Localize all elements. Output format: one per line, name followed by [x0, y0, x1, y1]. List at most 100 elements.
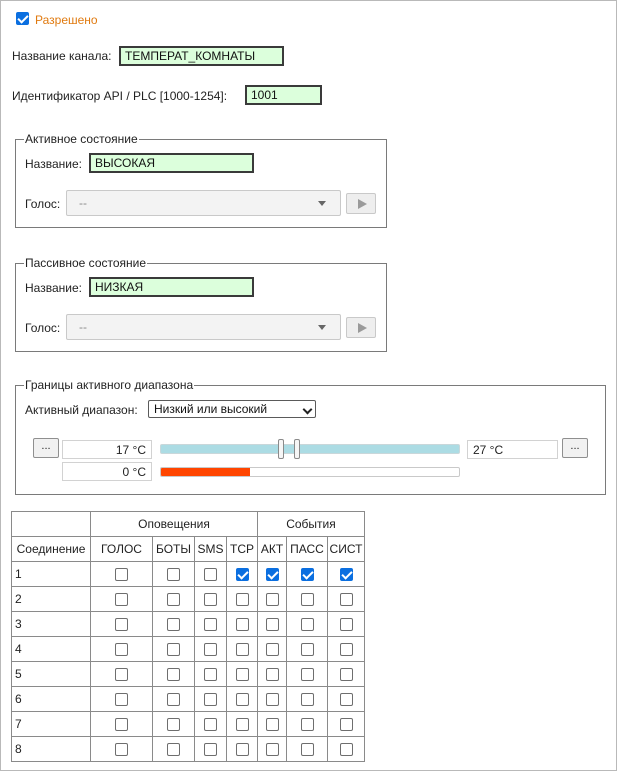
- bots-checkbox[interactable]: [167, 643, 180, 657]
- voice-checkbox[interactable]: [115, 568, 128, 582]
- sms-checkbox[interactable]: [204, 568, 217, 582]
- voice-checkbox[interactable]: [115, 593, 128, 607]
- passive-voice-play-button[interactable]: [346, 317, 376, 338]
- chevron-down-icon: [318, 325, 326, 330]
- table-row: 8: [11, 736, 365, 762]
- channel-name-input[interactable]: ТЕМПЕРАТ_КОМНАТЫ: [119, 46, 284, 66]
- tcp-checkbox[interactable]: [235, 693, 249, 707]
- voice-checkbox[interactable]: [115, 693, 128, 707]
- act-checkbox[interactable]: [265, 693, 279, 707]
- table-cell: [152, 686, 195, 712]
- connection-id-cell: 7: [11, 711, 91, 737]
- range-slider-track[interactable]: [160, 444, 460, 454]
- sys-checkbox[interactable]: [339, 668, 353, 682]
- sys-checkbox[interactable]: [339, 568, 353, 582]
- table-cell: [152, 711, 195, 737]
- sms-checkbox[interactable]: [204, 743, 217, 757]
- enabled-checkbox[interactable]: [16, 12, 29, 25]
- api-id-input[interactable]: 1001: [245, 85, 322, 105]
- table-cell: [226, 736, 258, 762]
- tcp-checkbox[interactable]: [235, 668, 249, 682]
- active-voice-play-button[interactable]: [346, 193, 376, 214]
- pass-checkbox[interactable]: [300, 568, 314, 582]
- act-checkbox[interactable]: [265, 593, 279, 607]
- act-checkbox[interactable]: [265, 643, 279, 657]
- bots-checkbox[interactable]: [167, 593, 180, 607]
- table-cell: [327, 586, 365, 612]
- passive-name-input[interactable]: НИЗКАЯ: [89, 277, 254, 297]
- sms-checkbox[interactable]: [204, 593, 217, 607]
- active-voice-select[interactable]: --: [66, 190, 341, 216]
- sms-checkbox[interactable]: [204, 668, 217, 682]
- pass-checkbox[interactable]: [300, 743, 314, 757]
- sys-checkbox[interactable]: [339, 643, 353, 657]
- pass-checkbox[interactable]: [300, 693, 314, 707]
- voice-checkbox[interactable]: [115, 743, 128, 757]
- table-cell: [226, 611, 258, 637]
- table-cell: [327, 636, 365, 662]
- bots-checkbox[interactable]: [167, 718, 180, 732]
- table-cell: [257, 661, 287, 687]
- tcp-checkbox[interactable]: [235, 743, 249, 757]
- table-row: 6: [11, 686, 365, 712]
- header-voice: ГОЛОС: [90, 536, 153, 562]
- header-connection: Соединение: [11, 536, 91, 562]
- bots-checkbox[interactable]: [167, 568, 180, 582]
- sms-checkbox[interactable]: [204, 643, 217, 657]
- pass-checkbox[interactable]: [300, 593, 314, 607]
- bots-checkbox[interactable]: [167, 668, 180, 682]
- passive-voice-select[interactable]: --: [66, 314, 341, 340]
- table-cell: [286, 736, 328, 762]
- bots-checkbox[interactable]: [167, 618, 180, 632]
- high-slider-handle[interactable]: [294, 439, 300, 459]
- act-checkbox[interactable]: [265, 568, 279, 582]
- table-cell: [226, 686, 258, 712]
- sys-checkbox[interactable]: [339, 593, 353, 607]
- tcp-checkbox[interactable]: [235, 718, 249, 732]
- pass-checkbox[interactable]: [300, 643, 314, 657]
- play-icon: [358, 199, 367, 209]
- sys-checkbox[interactable]: [339, 718, 353, 732]
- bots-checkbox[interactable]: [167, 693, 180, 707]
- tcp-checkbox[interactable]: [235, 618, 249, 632]
- sms-checkbox[interactable]: [204, 718, 217, 732]
- sys-checkbox[interactable]: [339, 618, 353, 632]
- act-checkbox[interactable]: [265, 618, 279, 632]
- act-checkbox[interactable]: [265, 668, 279, 682]
- range-mode-label: Активный диапазон:: [25, 403, 138, 417]
- voice-checkbox[interactable]: [115, 668, 128, 682]
- low-limit-button[interactable]: ...: [33, 438, 59, 458]
- tcp-checkbox[interactable]: [235, 643, 249, 657]
- act-checkbox[interactable]: [265, 718, 279, 732]
- table-cell: [257, 611, 287, 637]
- voice-checkbox[interactable]: [115, 618, 128, 632]
- low-slider-handle[interactable]: [278, 439, 284, 459]
- pass-checkbox[interactable]: [300, 668, 314, 682]
- voice-checkbox[interactable]: [115, 643, 128, 657]
- play-icon: [358, 323, 367, 333]
- table-cell: [152, 611, 195, 637]
- bots-checkbox[interactable]: [167, 743, 180, 757]
- table-corner-cell: [11, 511, 91, 537]
- act-checkbox[interactable]: [265, 743, 279, 757]
- voice-checkbox[interactable]: [115, 718, 128, 732]
- sms-checkbox[interactable]: [204, 618, 217, 632]
- tcp-checkbox[interactable]: [235, 568, 249, 582]
- range-mode-select[interactable]: Низкий или высокий: [148, 400, 316, 418]
- high-limit-button[interactable]: ...: [562, 438, 588, 458]
- pass-checkbox[interactable]: [300, 718, 314, 732]
- active-name-input[interactable]: ВЫСОКАЯ: [89, 153, 254, 173]
- sms-checkbox[interactable]: [204, 693, 217, 707]
- connection-id-cell: 2: [11, 586, 91, 612]
- table-cell: [152, 636, 195, 662]
- current-level-bar: [160, 467, 460, 477]
- pass-checkbox[interactable]: [300, 618, 314, 632]
- table-cell: [90, 561, 153, 587]
- table-cell: [327, 736, 365, 762]
- table-cell: [90, 586, 153, 612]
- sys-checkbox[interactable]: [339, 693, 353, 707]
- tcp-checkbox[interactable]: [235, 593, 249, 607]
- table-cell: [152, 736, 195, 762]
- sys-checkbox[interactable]: [339, 743, 353, 757]
- table-cell: [257, 561, 287, 587]
